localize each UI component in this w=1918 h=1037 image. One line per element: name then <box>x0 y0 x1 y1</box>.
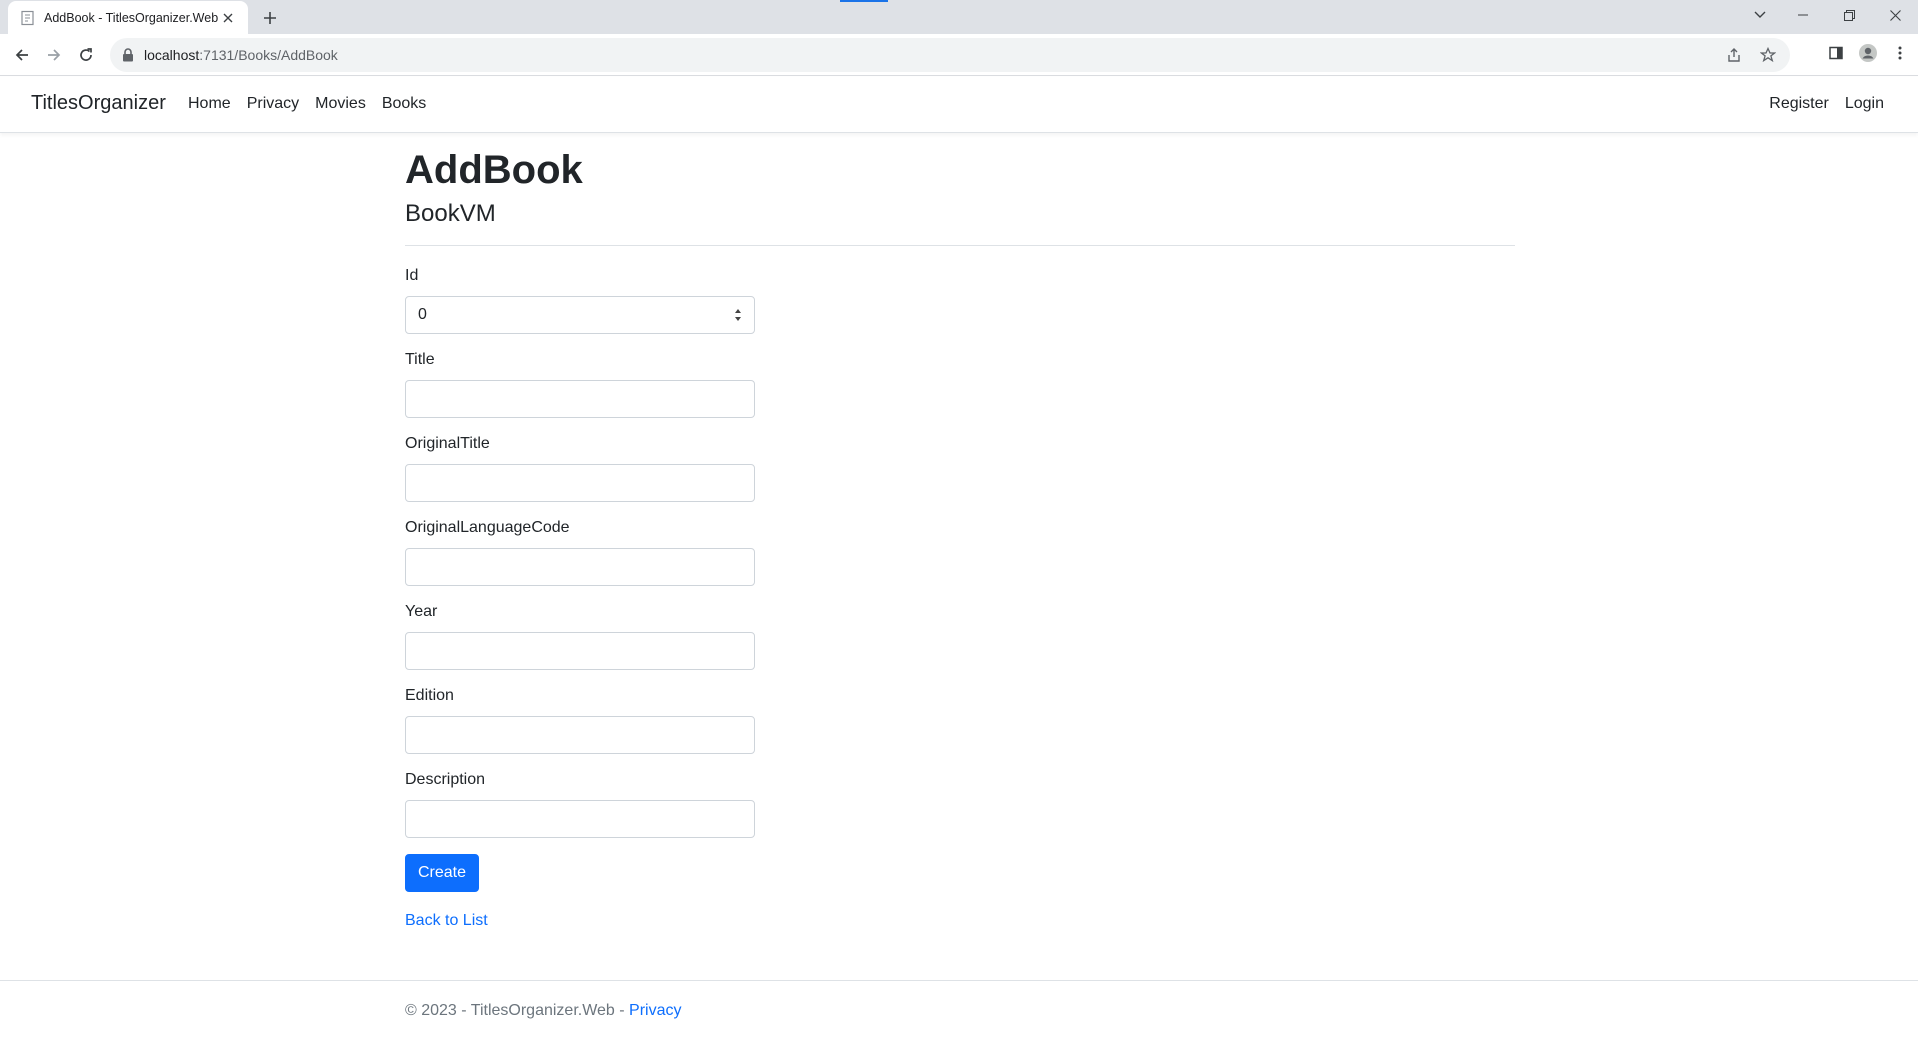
add-book-form: Id Title OriginalTitle OriginalLanguageC… <box>405 264 1515 892</box>
site-navbar: TitlesOrganizer Home Privacy Movies Book… <box>0 77 1918 133</box>
back-to-list-link[interactable]: Back to List <box>405 912 1515 930</box>
tab-title: AddBook - TitlesOrganizer.Web <box>44 10 218 25</box>
title-label: Title <box>405 350 435 368</box>
browser-tabstrip: AddBook - TitlesOrganizer.Web <box>0 0 1918 34</box>
nav-links: Home Privacy Movies Books <box>180 95 434 113</box>
original-language-code-label: OriginalLanguageCode <box>405 518 570 536</box>
id-label: Id <box>405 266 419 284</box>
browser-toolbar: localhost:7131/Books/AddBook <box>0 34 1918 76</box>
description-label: Description <box>405 770 486 788</box>
page-subtitle: BookVM <box>405 200 496 227</box>
id-input[interactable] <box>405 295 755 334</box>
address-bar[interactable]: localhost:7131/Books/AddBook <box>110 38 1790 72</box>
footer-privacy-link[interactable]: Privacy <box>629 1002 681 1019</box>
profile-avatar-icon[interactable] <box>1856 41 1880 65</box>
auth-links: Register Login <box>1761 95 1892 113</box>
close-window-icon[interactable] <box>1872 0 1918 30</box>
main-content: AddBook BookVM Id Title OriginalTitle Or… <box>405 146 1515 930</box>
form-group-description: Description <box>405 768 755 838</box>
footer-text: © 2023 - TitlesOrganizer.Web - Privacy <box>405 1002 681 1020</box>
year-label: Year <box>405 602 438 620</box>
back-arrow-icon[interactable] <box>8 41 36 69</box>
create-button[interactable]: Create <box>405 853 480 892</box>
form-group-original-language-code: OriginalLanguageCode <box>405 516 755 586</box>
chevron-down-icon[interactable] <box>1740 0 1780 30</box>
form-group-edition: Edition <box>405 684 755 754</box>
close-tab-icon[interactable] <box>218 8 238 28</box>
login-link[interactable]: Login <box>1837 95 1892 113</box>
brand-link[interactable]: TitlesOrganizer <box>31 92 166 115</box>
form-group-title: Title <box>405 348 755 418</box>
new-tab-icon[interactable] <box>258 6 282 30</box>
edition-input[interactable] <box>405 715 755 754</box>
restore-icon[interactable] <box>1826 0 1872 30</box>
reload-icon[interactable] <box>72 41 100 69</box>
nav-link-home[interactable]: Home <box>180 95 239 113</box>
star-icon[interactable] <box>1756 43 1780 67</box>
lock-icon[interactable] <box>122 48 136 62</box>
page-icon <box>20 10 36 26</box>
window-controls <box>1740 0 1918 30</box>
original-title-input[interactable] <box>405 463 755 502</box>
spinner-arrows-icon[interactable] <box>733 306 743 324</box>
browser-tab[interactable]: AddBook - TitlesOrganizer.Web <box>8 1 248 34</box>
nav-link-privacy[interactable]: Privacy <box>239 95 307 113</box>
nav-link-books[interactable]: Books <box>374 95 434 113</box>
forward-arrow-icon[interactable] <box>40 41 68 69</box>
divider <box>405 244 1515 246</box>
original-language-code-input[interactable] <box>405 547 755 586</box>
kebab-menu-icon[interactable] <box>1888 41 1912 65</box>
share-icon[interactable] <box>1722 43 1746 67</box>
side-panel-icon[interactable] <box>1824 41 1848 65</box>
title-input[interactable] <box>405 379 755 418</box>
form-group-year: Year <box>405 600 755 670</box>
url-text: localhost:7131/Books/AddBook <box>144 47 338 63</box>
description-input[interactable] <box>405 799 755 838</box>
minimize-icon[interactable] <box>1780 0 1826 30</box>
page-title: AddBook <box>405 148 583 192</box>
nav-link-movies[interactable]: Movies <box>307 95 374 113</box>
form-group-id: Id <box>405 264 755 334</box>
footer-copyright: © 2023 - TitlesOrganizer.Web - <box>405 1002 630 1019</box>
edition-label: Edition <box>405 686 454 704</box>
id-field-wrap <box>405 295 755 334</box>
site-footer: © 2023 - TitlesOrganizer.Web - Privacy <box>0 980 1918 1037</box>
year-input[interactable] <box>405 631 755 670</box>
register-link[interactable]: Register <box>1761 95 1837 113</box>
loading-indicator <box>840 0 888 2</box>
form-group-original-title: OriginalTitle <box>405 432 755 502</box>
original-title-label: OriginalTitle <box>405 434 490 452</box>
